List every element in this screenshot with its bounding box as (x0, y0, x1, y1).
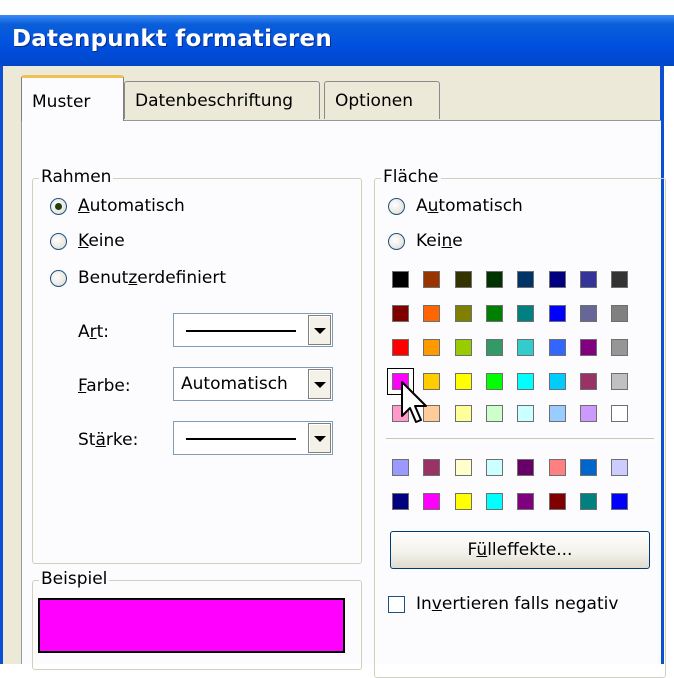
radio-indicator (388, 232, 405, 250)
line-weight-sample (186, 438, 296, 440)
rahmen-legend: Rahmen (39, 167, 114, 187)
line-style-sample (186, 330, 296, 332)
color-swatch-top-0-4[interactable] (517, 271, 534, 288)
color-swatch-top-3-2[interactable] (455, 373, 472, 390)
rahmen-keine-radio[interactable]: Keine (50, 229, 125, 253)
color-swatch-top-1-7[interactable] (611, 305, 628, 322)
radio-indicator (50, 232, 67, 250)
tab-muster[interactable]: Muster (21, 75, 124, 121)
color-swatch-top-2-4[interactable] (517, 339, 534, 356)
radio-indicator (50, 197, 67, 215)
window-title: Datenpunkt formatieren (12, 26, 332, 52)
farbe-label: Farbe: (78, 376, 131, 396)
color-swatch-bottom-1-4[interactable] (517, 493, 534, 510)
color-swatch-top-1-3[interactable] (486, 305, 503, 322)
tab-label: Muster (32, 92, 91, 112)
color-swatch-top-4-5[interactable] (549, 405, 566, 422)
color-swatch-top-2-1[interactable] (423, 339, 440, 356)
flaeche-automatisch-radio[interactable]: Automatisch (388, 194, 523, 218)
color-swatch-top-2-2[interactable] (455, 339, 472, 356)
rahmen-benutzerdefiniert-radio[interactable]: Benutzerdefiniert (50, 266, 226, 290)
color-swatch-top-1-1[interactable] (423, 305, 440, 322)
color-swatch-bottom-0-4[interactable] (517, 459, 534, 476)
color-swatch-top-3-7[interactable] (611, 373, 628, 390)
dropdown-arrow-icon[interactable] (308, 369, 331, 399)
color-swatch-bottom-0-2[interactable] (455, 459, 472, 476)
color-swatch-top-1-5[interactable] (549, 305, 566, 322)
color-swatch-top-0-3[interactable] (486, 271, 503, 288)
color-swatch-top-0-5[interactable] (549, 271, 566, 288)
color-swatch-top-3-6[interactable] (580, 373, 597, 390)
radio-indicator (388, 197, 405, 215)
window-frame-left (0, 66, 3, 664)
color-swatch-bottom-0-0[interactable] (392, 459, 409, 476)
color-swatch-bottom-0-7[interactable] (611, 459, 628, 476)
tab-optionen[interactable]: Optionen (324, 81, 440, 119)
color-swatch-bottom-0-5[interactable] (549, 459, 566, 476)
color-swatch-top-4-6[interactable] (580, 405, 597, 422)
color-swatch-top-0-0[interactable] (392, 271, 409, 288)
color-swatch-bottom-1-1[interactable] (423, 493, 440, 510)
fuelleffekte-button[interactable]: Fülleffekte... (390, 531, 650, 569)
color-swatch-bottom-1-5[interactable] (549, 493, 566, 510)
rahmen-automatisch-radio[interactable]: Automatisch (50, 194, 185, 218)
color-swatch-top-3-4[interactable] (517, 373, 534, 390)
color-swatch-top-4-7[interactable] (611, 405, 628, 422)
dropdown-arrow-icon[interactable] (308, 423, 331, 453)
invertieren-checkbox[interactable]: Invertieren falls negativ (388, 592, 618, 616)
mouse-cursor-icon (401, 381, 427, 423)
radio-label: Keine (416, 231, 463, 251)
color-swatch-top-4-4[interactable] (517, 405, 534, 422)
staerke-select[interactable] (173, 421, 333, 455)
color-swatch-bottom-1-0[interactable] (392, 493, 409, 510)
radio-label: Benutzerdefiniert (78, 268, 226, 288)
checkbox-label: Invertieren falls negativ (416, 594, 619, 614)
color-swatch-bottom-0-3[interactable] (486, 459, 503, 476)
color-swatch-top-2-0[interactable] (392, 339, 409, 356)
color-swatch-top-0-7[interactable] (611, 271, 628, 288)
beispiel-legend: Beispiel (39, 569, 110, 589)
color-swatch-top-3-3[interactable] (486, 373, 503, 390)
art-select[interactable] (173, 313, 333, 347)
farbe-value: Automatisch (181, 374, 288, 394)
dropdown-arrow-icon[interactable] (308, 315, 331, 345)
color-swatch-bottom-0-6[interactable] (580, 459, 597, 476)
color-swatch-bottom-1-3[interactable] (486, 493, 503, 510)
color-swatch-top-1-4[interactable] (517, 305, 534, 322)
color-swatch-bottom-1-6[interactable] (580, 493, 597, 510)
flaeche-keine-radio[interactable]: Keine (388, 229, 463, 253)
checkbox-indicator (388, 595, 405, 613)
tab-label: Datenbeschriftung (135, 91, 294, 111)
color-swatch-top-2-5[interactable] (549, 339, 566, 356)
color-swatch-top-0-1[interactable] (423, 271, 440, 288)
radio-label: Automatisch (416, 196, 523, 216)
farbe-select[interactable]: Automatisch (173, 367, 333, 401)
staerke-label: Stärke: (78, 430, 139, 450)
radio-label: Keine (78, 231, 125, 251)
color-swatch-bottom-0-1[interactable] (423, 459, 440, 476)
color-swatch-bottom-1-2[interactable] (455, 493, 472, 510)
flaeche-legend: Fläche (381, 167, 441, 187)
color-swatch-top-2-6[interactable] (580, 339, 597, 356)
tab-datenbeschriftung[interactable]: Datenbeschriftung (124, 81, 320, 119)
art-label: Art: (78, 322, 110, 342)
color-swatch-top-1-0[interactable] (392, 305, 409, 322)
color-swatch-bottom-1-7[interactable] (611, 493, 628, 510)
color-swatch-top-4-3[interactable] (486, 405, 503, 422)
color-swatch-top-1-2[interactable] (455, 305, 472, 322)
title-bar[interactable]: Datenpunkt formatieren (0, 15, 674, 66)
beispiel-preview (38, 598, 345, 653)
color-swatch-top-3-5[interactable] (549, 373, 566, 390)
color-swatch-top-0-6[interactable] (580, 271, 597, 288)
palette-separator (386, 438, 654, 442)
color-swatch-top-0-2[interactable] (455, 271, 472, 288)
color-swatch-top-4-2[interactable] (455, 405, 472, 422)
color-swatch-top-2-3[interactable] (486, 339, 503, 356)
tab-label: Optionen (335, 91, 413, 111)
color-swatch-top-2-7[interactable] (611, 339, 628, 356)
radio-label: Automatisch (78, 196, 185, 216)
radio-indicator (50, 269, 67, 287)
color-swatch-top-1-6[interactable] (580, 305, 597, 322)
